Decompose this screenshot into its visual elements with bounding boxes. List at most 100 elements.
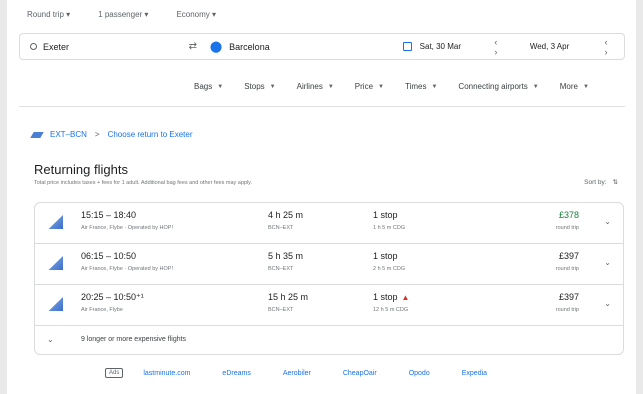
filter-connecting-airports[interactable]: Connecting airports ▼ [451, 77, 545, 96]
price-type: round trip [555, 225, 579, 231]
airline-logo-icon [45, 256, 63, 270]
flight-duration: 5 h 35 m [268, 251, 304, 261]
flight-times: 15:15 – 18:40 [81, 210, 137, 220]
flights-page: Round trip ▾ 1 passenger ▾ Economy ▾ Exe… [7, 0, 636, 394]
flight-row[interactable]: 15:15 – 18:40 Air France, Flybe · Operat… [35, 203, 623, 244]
chevron-down-icon: ▼ [431, 83, 438, 90]
stops-label: 1 stop [373, 210, 398, 220]
location-pin-icon: ⬤ [209, 41, 223, 53]
filter-label: Times [404, 82, 427, 91]
flight-row[interactable]: 20:25 – 10:50⁺¹ Air France, Flybe 15 h 2… [35, 285, 623, 326]
stops-label: 1 stop [373, 251, 398, 261]
flight-stops: 1 stop [373, 251, 398, 261]
airline-logo-icon [45, 297, 63, 311]
destination-value: Barcelona [229, 41, 270, 52]
flight-airline: Air France, Flybe [81, 307, 123, 313]
breadcrumb-route[interactable]: EXT–BCN [50, 130, 87, 139]
flight-layover: 12 h 5 m CDG [373, 307, 409, 313]
chevron-down-icon[interactable]: ⌄ [604, 258, 611, 267]
breadcrumb: EXT–BCN > Choose return to Exeter [30, 130, 193, 139]
chevron-right-icon: > [94, 130, 100, 139]
depart-date[interactable]: Sat, 30 Mar [420, 42, 487, 51]
origin-field[interactable]: Exeter [20, 42, 189, 52]
warning-triangle-icon: ▲ [401, 292, 410, 302]
filter-times[interactable]: Times ▼ [398, 77, 444, 96]
sort-icon: ⇅ [612, 179, 618, 186]
filter-airlines[interactable]: Airlines ▼ [290, 77, 341, 96]
price-type: round trip [555, 307, 579, 313]
search-bar: Exeter ⇄ ⬤ Barcelona Sat, 30 Mar ‹ › Wed… [19, 33, 625, 60]
trip-type-select[interactable]: Round trip ▾ [27, 10, 70, 19]
filter-label: Connecting airports [458, 82, 528, 91]
filter-price[interactable]: Price ▼ [348, 77, 391, 96]
passengers-select[interactable]: 1 passenger ▾ [98, 10, 148, 19]
destination-field[interactable]: ⬤ Barcelona [206, 40, 379, 53]
trip-options: Round trip ▾ 1 passenger ▾ Economy ▾ [27, 10, 216, 19]
filter-bags[interactable]: Bags ▼ [187, 77, 230, 96]
breadcrumb-current: Choose return to Exeter [107, 130, 193, 139]
swap-arrows-icon[interactable]: ⇄ [189, 41, 206, 52]
chevron-down-icon: ▼ [532, 83, 539, 90]
flight-stops: 1 stop [373, 210, 398, 220]
flight-price: £378 [558, 210, 579, 220]
sponsor-link[interactable]: eDreams [222, 370, 250, 377]
filter-label: More [559, 82, 578, 91]
ads-badge: Ads [105, 368, 124, 378]
filter-stops[interactable]: Stops ▼ [237, 77, 282, 96]
filter-bar: Bags ▼ Stops ▼ Airlines ▼ Price ▼ Times ▼ Con… [187, 77, 596, 96]
flight-row[interactable]: 06:15 – 10:50 Air France, Flybe · Operat… [35, 244, 623, 285]
chevron-down-icon[interactable]: ⌄ [604, 299, 611, 308]
airline-logo-icon [45, 215, 63, 229]
filter-label: Stops [244, 82, 265, 91]
flight-duration: 15 h 25 m [268, 292, 309, 302]
flight-route: BCN–EXT [268, 225, 294, 231]
sponsor-link[interactable]: Opodo [409, 370, 430, 377]
chevron-down-icon: ▼ [582, 83, 589, 90]
page-title: Returning flights [34, 162, 128, 177]
chevron-down-icon: ⌄ [47, 335, 54, 344]
origin-value: Exeter [43, 41, 70, 52]
flight-times: 20:25 – 10:50⁺¹ [81, 292, 144, 302]
flight-list: 15:15 – 18:40 Air France, Flybe · Operat… [34, 202, 624, 355]
circle-icon [30, 43, 37, 50]
depart-prev-next-icon[interactable]: ‹ › [494, 37, 514, 57]
return-date[interactable]: Wed, 3 Apr [530, 42, 597, 51]
cabin-select[interactable]: Economy ▾ [176, 10, 216, 19]
flight-layover: 1 h 5 m CDG [373, 225, 406, 231]
filter-label: Price [354, 82, 374, 91]
flight-duration: 4 h 25 m [268, 210, 304, 220]
divider [19, 106, 625, 107]
flight-layover: 2 h 5 m CDG [373, 266, 406, 272]
sponsor-link[interactable]: lastminute.com [143, 370, 190, 377]
price-disclaimer: Total price includes taxes + fees for 1 … [34, 180, 253, 186]
sponsored-links: Ads lastminute.com eDreams Aerobiler Che… [105, 368, 487, 378]
sponsor-link[interactable]: Aerobiler [283, 370, 311, 377]
flight-airline: Air France, Flybe · Operated by HOP! [81, 225, 174, 231]
chevron-down-icon[interactable]: ⌄ [604, 217, 611, 226]
chevron-down-icon: ▼ [327, 83, 334, 90]
airline-logo-icon [30, 131, 44, 138]
filter-label: Bags [194, 82, 213, 91]
flight-airline: Air France, Flybe · Operated by HOP! [81, 266, 174, 272]
sort-label: Sort by: [584, 178, 607, 186]
sponsor-link[interactable]: CheapOair [343, 370, 377, 377]
flight-route: BCN–EXT [268, 266, 294, 272]
more-flights-label: 9 longer or more expensive flights [81, 336, 187, 343]
chevron-down-icon: ▼ [378, 83, 384, 90]
price-type: round trip [555, 266, 579, 272]
flight-times: 06:15 – 10:50 [81, 251, 137, 261]
sponsor-link[interactable]: Expedia [462, 370, 487, 377]
chevron-down-icon: ▼ [269, 83, 276, 90]
chevron-down-icon: ▼ [217, 83, 224, 90]
stops-label: 1 stop [373, 292, 398, 302]
flight-price: £397 [558, 292, 579, 302]
return-prev-next-icon[interactable]: ‹ › [604, 37, 624, 57]
flight-price: £397 [558, 251, 579, 261]
flight-stops: 1 stop ▲ [373, 292, 409, 302]
sort-control[interactable]: Sort by: ⇅ [584, 178, 618, 187]
more-flights-toggle[interactable]: ⌄ 9 longer or more expensive flights [35, 326, 623, 354]
calendar-icon [402, 42, 412, 51]
flight-route: BCN–EXT [268, 307, 294, 313]
filter-more[interactable]: More ▼ [553, 77, 596, 96]
date-fields: Sat, 30 Mar ‹ › Wed, 3 Apr ‹ › [379, 37, 624, 57]
